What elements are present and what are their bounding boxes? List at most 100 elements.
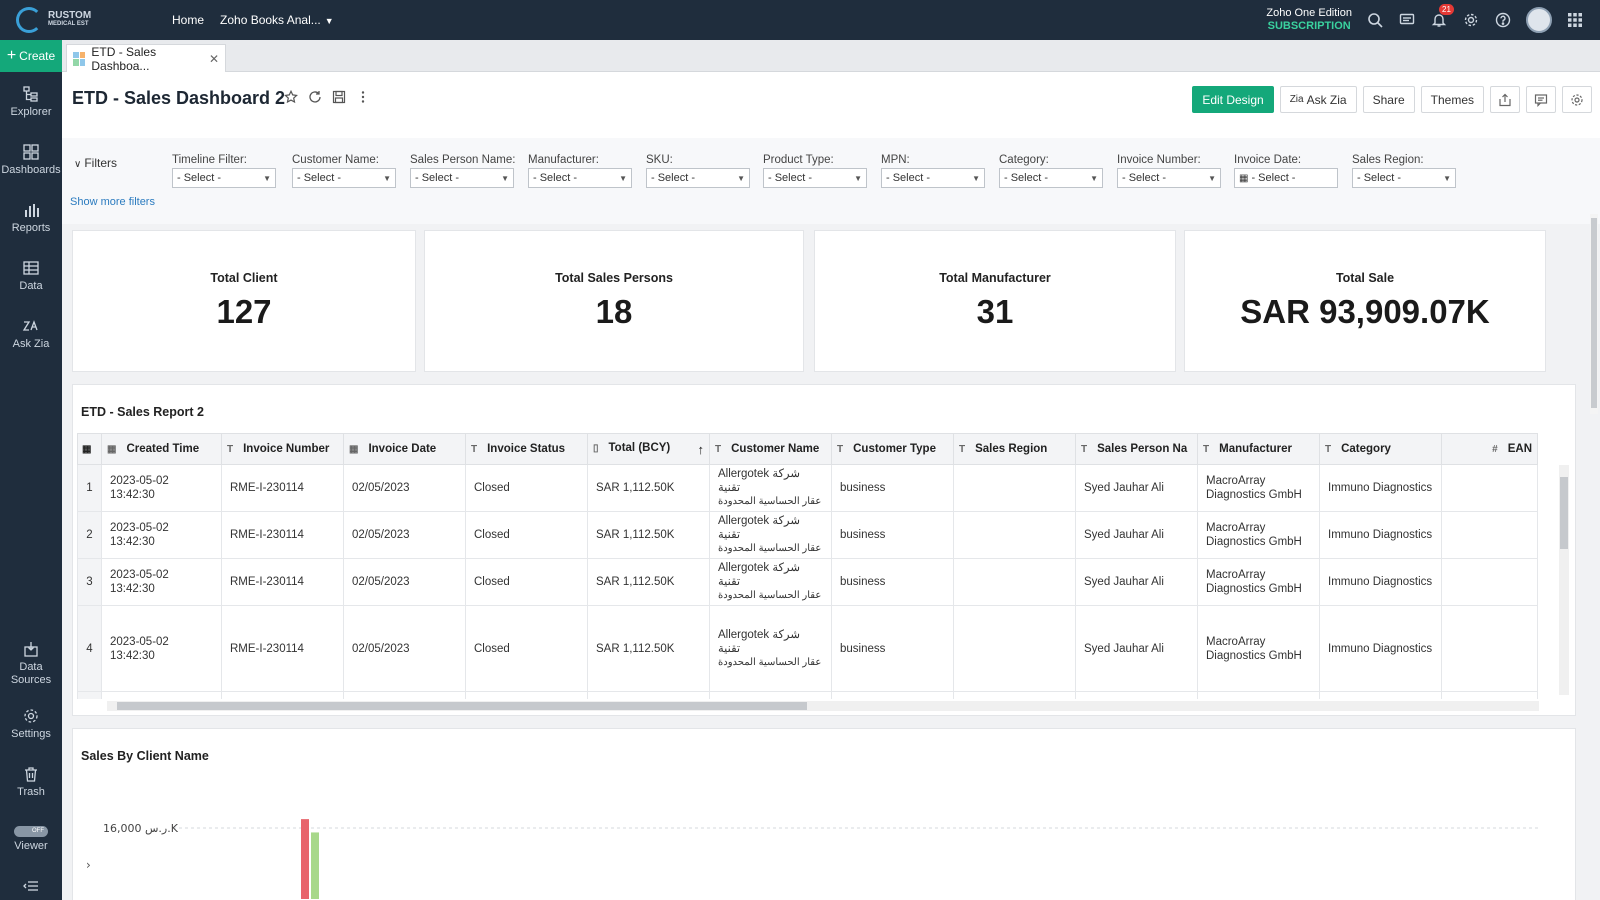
column-header[interactable]: T Customer Name: [709, 433, 832, 465]
table-cell[interactable]: Closed: [465, 558, 588, 606]
table-cell[interactable]: RME-I-230114: [221, 558, 344, 606]
filter-select[interactable]: - Select - ▼: [292, 168, 396, 188]
table-cell[interactable]: SAR 1,112.50K: [587, 605, 710, 692]
table-cell[interactable]: Immuno Diagnostics: [1319, 558, 1442, 606]
table-cell[interactable]: [953, 558, 1076, 606]
table-cell[interactable]: 2023-05-02 13:42:30: [101, 511, 222, 559]
table-cell[interactable]: 02/05/2023: [343, 558, 466, 606]
filter-select[interactable]: - Select - ▼: [410, 168, 514, 188]
table-cell[interactable]: [1441, 464, 1538, 512]
apps-grid-icon[interactable]: [1566, 11, 1584, 29]
kpi-card[interactable]: Total Sale SAR 93,909.07K: [1184, 230, 1546, 372]
bell-icon[interactable]: 21: [1430, 4, 1454, 29]
table-cell[interactable]: SAR 1,112.50K: [587, 464, 710, 512]
brand-logo[interactable]: RUSTOM MEDICAL EST: [0, 7, 160, 33]
sidebar-item-settings[interactable]: Settings: [0, 694, 62, 752]
filter-select[interactable]: - Select - ▼: [528, 168, 632, 188]
table-cell[interactable]: business: [831, 605, 954, 692]
table-cell[interactable]: MacroArray Diagnostics GmbH: [1197, 558, 1320, 606]
table-cell[interactable]: [953, 464, 1076, 512]
table-cell[interactable]: RME-I-230114: [221, 605, 344, 692]
table-cell[interactable]: RME-I-230114: [221, 511, 344, 559]
nav-home[interactable]: Home: [172, 13, 204, 27]
table-cell[interactable]: 02/05/2023: [343, 464, 466, 512]
close-icon[interactable]: ✕: [209, 52, 219, 66]
filter-select[interactable]: - Select - ▼: [172, 168, 276, 188]
table-cell[interactable]: MacroArray Diagnostics GmbH: [1197, 605, 1320, 692]
comment-button[interactable]: [1526, 86, 1556, 113]
table-cell[interactable]: [953, 605, 1076, 692]
gear-icon[interactable]: [1462, 11, 1480, 29]
sidebar-item-data[interactable]: Data: [0, 246, 62, 304]
filter-select[interactable]: - Select - ▼: [646, 168, 750, 188]
filter-select[interactable]: ▦ - Select -: [1234, 168, 1338, 188]
filter-select[interactable]: - Select - ▼: [763, 168, 867, 188]
table-cell[interactable]: Immuno Diagnostics: [1319, 464, 1442, 512]
column-header[interactable]: T Category: [1319, 433, 1442, 465]
sidebar-item-viewer[interactable]: OFF Viewer: [0, 810, 62, 868]
filters-toggle[interactable]: ∨ Filters: [74, 156, 117, 170]
viewer-toggle[interactable]: OFF: [14, 826, 48, 837]
chat-icon[interactable]: [1398, 11, 1416, 29]
create-button[interactable]: + Create: [0, 40, 62, 72]
collapse-sidebar-button[interactable]: [0, 868, 62, 900]
column-header[interactable]: T Sales Region: [953, 433, 1076, 465]
column-header[interactable]: T Invoice Status: [465, 433, 588, 465]
column-header[interactable]: T Manufacturer: [1197, 433, 1320, 465]
sidebar-item-ask-zia[interactable]: Ask Zia: [0, 304, 62, 362]
column-header[interactable]: ▦ Invoice Date: [343, 433, 466, 465]
table-cell[interactable]: SAR 1,112.50K: [587, 511, 710, 559]
table-cell[interactable]: 02/05/2023: [343, 511, 466, 559]
more-vertical-icon[interactable]: [356, 90, 370, 104]
edition-info[interactable]: Zoho One Edition SUBSCRIPTION: [1266, 7, 1352, 33]
sidebar-item-dashboards[interactable]: Dashboards: [0, 130, 62, 188]
table-cell[interactable]: Immuno Diagnostics: [1319, 605, 1442, 692]
share-button[interactable]: Share: [1362, 86, 1415, 113]
column-header[interactable]: T Customer Type: [831, 433, 954, 465]
tab-sales-dashboard[interactable]: ETD - Sales Dashboa... ✕: [66, 44, 226, 73]
kpi-card[interactable]: Total Client 127: [72, 230, 416, 372]
filter-select[interactable]: - Select - ▼: [999, 168, 1103, 188]
row-number-header[interactable]: ▦: [77, 433, 102, 465]
table-cell[interactable]: Closed: [465, 511, 588, 559]
table-cell[interactable]: Allergotek شركة تقنية عقار الحساسية المحد…: [709, 558, 832, 606]
table-cell[interactable]: SAR 1,112.50K: [587, 558, 710, 606]
refresh-icon[interactable]: [308, 90, 322, 104]
table-cell[interactable]: [1441, 605, 1538, 692]
table-cell[interactable]: 2023-05-02 13:42:30: [101, 558, 222, 606]
filter-select[interactable]: - Select - ▼: [1352, 168, 1456, 188]
column-header[interactable]: ▦ Created Time: [101, 433, 222, 465]
star-icon[interactable]: [284, 90, 298, 104]
help-icon[interactable]: [1494, 11, 1512, 29]
save-icon[interactable]: [332, 90, 346, 104]
table-cell[interactable]: Closed: [465, 605, 588, 692]
table-row[interactable]: 1 2023-05-02 13:42:30 RME-I-230114 02/05/20…: [77, 464, 1538, 512]
sidebar-item-data-sources[interactable]: Data Sources: [0, 632, 62, 694]
table-vertical-scrollbar[interactable]: [1559, 465, 1569, 695]
table-cell[interactable]: Syed Jauhar Ali: [1075, 511, 1198, 559]
table-cell[interactable]: 2023-05-02 13:42:30: [101, 605, 222, 692]
table-row[interactable]: 4 2023-05-02 13:42:30 RME-I-230114 02/05/20…: [77, 605, 1538, 692]
column-header[interactable]: T Sales Person Na: [1075, 433, 1198, 465]
table-cell[interactable]: RME-I-230114: [221, 464, 344, 512]
table-cell[interactable]: [1441, 558, 1538, 606]
table-cell[interactable]: business: [831, 464, 954, 512]
ask-zia-button[interactable]: Zia Ask Zia: [1279, 86, 1357, 113]
table-row[interactable]: 3 2023-05-02 13:42:30 RME-I-230114 02/05/20…: [77, 558, 1538, 606]
table-cell[interactable]: Immuno Diagnostics: [1319, 511, 1442, 559]
subscription-link[interactable]: SUBSCRIPTION: [1266, 20, 1352, 33]
table-cell[interactable]: [1441, 511, 1538, 559]
column-header[interactable]: ▯ Total (BCY) ↑: [587, 433, 710, 465]
table-cell[interactable]: Allergotek شركة تقنية عقار الحساسية المحد…: [709, 605, 832, 692]
table-cell[interactable]: Closed: [465, 464, 588, 512]
table-cell[interactable]: Syed Jauhar Ali: [1075, 558, 1198, 606]
table-cell[interactable]: business: [831, 558, 954, 606]
chart-bar[interactable]: [311, 832, 319, 899]
dashboard-settings-button[interactable]: [1562, 86, 1592, 113]
table-horizontal-scrollbar[interactable]: [107, 701, 1539, 711]
filter-select[interactable]: - Select - ▼: [881, 168, 985, 188]
sidebar-item-trash[interactable]: Trash: [0, 752, 62, 810]
export-button[interactable]: [1490, 86, 1520, 113]
table-cell[interactable]: Syed Jauhar Ali: [1075, 605, 1198, 692]
table-cell[interactable]: MacroArray Diagnostics GmbH: [1197, 511, 1320, 559]
